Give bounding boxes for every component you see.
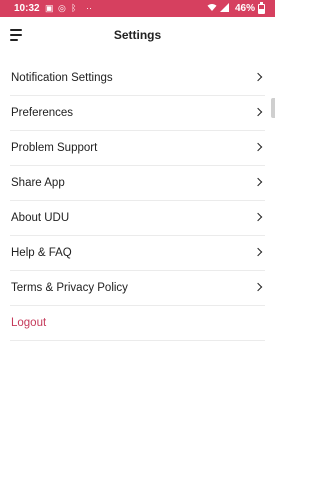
signal-icon bbox=[220, 3, 229, 14]
settings-item-label: Share App bbox=[11, 177, 65, 189]
battery-icon bbox=[258, 2, 265, 14]
status-time: 10:32 bbox=[14, 3, 40, 14]
bluetooth-icon: ᛒ bbox=[71, 3, 77, 13]
chevron-right-icon bbox=[253, 212, 263, 222]
edge-panel-handle[interactable] bbox=[271, 98, 275, 118]
settings-item-label: Terms & Privacy Policy bbox=[11, 282, 128, 294]
image-icon: ▣ bbox=[45, 3, 54, 13]
settings-item-label: Preferences bbox=[11, 107, 74, 119]
more-icon: ·· bbox=[86, 3, 92, 13]
status-bar: 10:32 ▣ ◎ ᛒ ·· 46% bbox=[0, 0, 275, 17]
settings-item-share-app[interactable]: Share App bbox=[10, 166, 265, 201]
chevron-right-icon bbox=[253, 107, 263, 117]
logout-button[interactable]: Logout bbox=[10, 306, 265, 341]
chevron-right-icon bbox=[253, 177, 263, 187]
instagram-icon: ◎ bbox=[58, 3, 66, 13]
settings-item-terms-privacy[interactable]: Terms & Privacy Policy bbox=[10, 271, 265, 306]
settings-item-preferences[interactable]: Preferences bbox=[10, 96, 265, 131]
app-bar: Settings bbox=[0, 17, 275, 55]
settings-list: Notification Settings Preferences Proble… bbox=[0, 61, 275, 341]
chevron-right-icon bbox=[253, 142, 263, 152]
logout-label: Logout bbox=[11, 317, 47, 329]
page-title: Settings bbox=[113, 28, 162, 42]
settings-item-label: Problem Support bbox=[11, 142, 98, 154]
settings-item-notification-settings[interactable]: Notification Settings bbox=[10, 61, 265, 96]
battery-percent: 46% bbox=[234, 3, 255, 14]
settings-item-problem-support[interactable]: Problem Support bbox=[10, 131, 265, 166]
chevron-right-icon bbox=[253, 72, 263, 82]
wifi-icon bbox=[207, 3, 217, 14]
settings-item-about[interactable]: About UDU bbox=[10, 201, 265, 236]
chevron-right-icon bbox=[253, 247, 263, 257]
settings-item-help-faq[interactable]: Help & FAQ bbox=[10, 236, 265, 271]
settings-item-label: Help & FAQ bbox=[11, 247, 72, 259]
chevron-right-icon bbox=[253, 282, 263, 292]
settings-item-label: About UDU bbox=[11, 212, 70, 224]
settings-item-label: Notification Settings bbox=[11, 72, 113, 84]
